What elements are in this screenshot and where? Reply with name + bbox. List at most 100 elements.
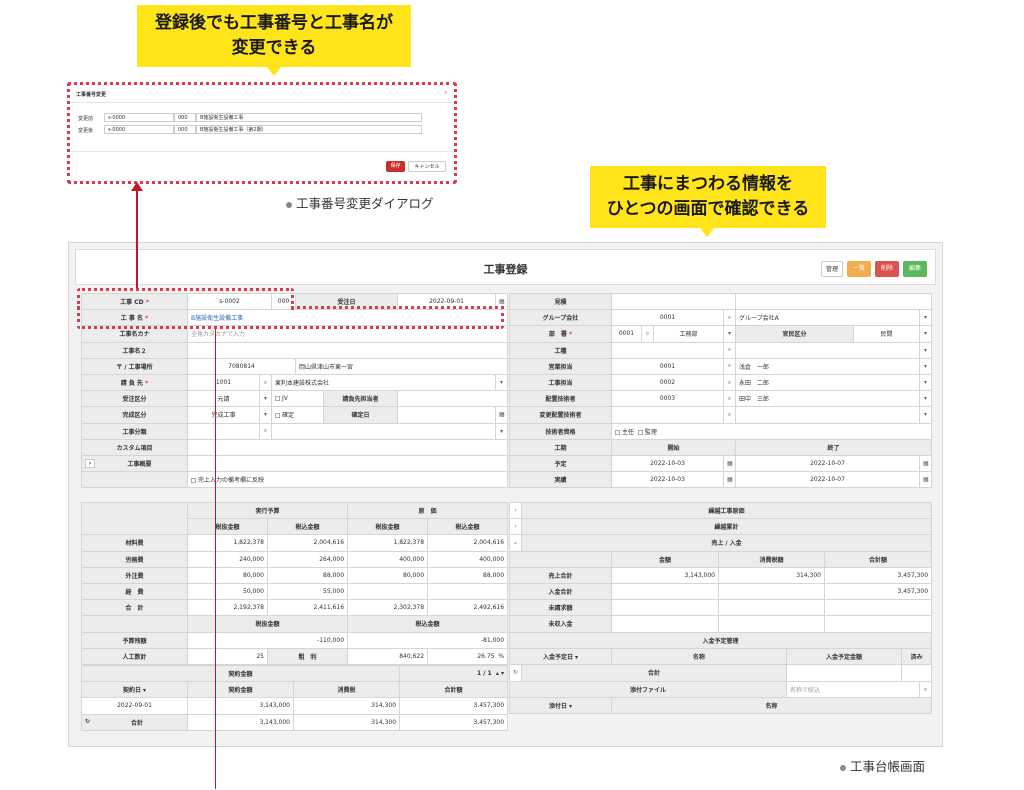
search-icon[interactable]: ⌕ — [641, 325, 654, 343]
actual-end-field[interactable]: 2022-10-07 — [735, 471, 920, 489]
dept-code-field[interactable]: 0001 — [611, 325, 642, 343]
type-label: 工種 — [509, 341, 612, 359]
search-icon[interactable]: ⌕ — [259, 422, 272, 440]
search-icon[interactable]: ⌕ — [723, 373, 736, 392]
contract-title: 契約金額 — [80, 664, 401, 683]
remain-ex: -110,000 — [186, 631, 349, 649]
tax-in-header: 税込金額 — [266, 518, 349, 536]
complete-type-label: 完成区分 — [81, 406, 188, 424]
search-icon[interactable]: ⌕ — [723, 309, 736, 327]
dept-name-field[interactable]: 工務部 — [653, 325, 724, 343]
category-name-field[interactable] — [270, 422, 497, 440]
chevron-down-icon[interactable]: ▾ — [723, 325, 736, 343]
fixed-checkbox[interactable]: 確定 — [271, 406, 324, 424]
work-name-field[interactable]: 永田 二郎 — [735, 373, 920, 392]
pointer-line — [215, 329, 216, 789]
sort-up-icon: ▴ — [495, 670, 499, 678]
refresh-icon: ↻ — [85, 717, 91, 725]
client-name-field[interactable]: 東利本建設株式会社 — [270, 373, 497, 392]
edit-button[interactable]: 編集 — [903, 261, 927, 277]
plan-end-field[interactable]: 2022-10-07 — [735, 454, 920, 473]
section-sales[interactable]: 売上 / 入金 — [520, 534, 933, 552]
refresh-icon[interactable]: ↻ — [509, 664, 522, 682]
calendar-icon[interactable]: ▦ — [495, 406, 509, 424]
manage-button[interactable]: 管理 — [821, 261, 844, 277]
chevron-down-icon[interactable]: ▾ — [495, 373, 509, 392]
payment-date-header[interactable]: 入金予定日 ▾ — [509, 648, 612, 666]
qual-options[interactable]: 主任 監理 — [611, 422, 932, 440]
type-field[interactable] — [611, 341, 724, 359]
category-field[interactable] — [187, 422, 260, 440]
delete-button[interactable]: 削除 — [875, 261, 899, 277]
address-label: 〒 / 工事場所 — [81, 357, 188, 375]
name2-field[interactable] — [186, 341, 509, 359]
order-type-select[interactable]: 元請 — [187, 390, 260, 408]
chevron-down-icon[interactable]: ▾ — [919, 390, 932, 408]
summary-field[interactable] — [186, 454, 509, 473]
zip-field[interactable]: 7080814 — [187, 357, 296, 375]
chevron-down-icon[interactable]: ▾ — [919, 406, 932, 424]
engineer-code-field[interactable]: 0003 — [611, 390, 724, 408]
address-field[interactable]: 岡山県津山市東一宮 — [294, 357, 509, 375]
contract-date-header[interactable]: 契約日 ▾ — [81, 681, 188, 699]
pagination[interactable]: 1 / 1 ▴ ▾ — [399, 664, 509, 683]
plan-label: 予定 — [509, 454, 612, 473]
public-private-select[interactable]: 民間 — [853, 325, 920, 343]
estimate-field[interactable] — [611, 292, 736, 311]
chevron-down-icon[interactable]: ▾ — [259, 406, 272, 424]
chevron-down-icon[interactable]: ▾ — [919, 325, 932, 343]
callout-tip — [267, 67, 281, 76]
section-carry-total[interactable]: 繰越累計 — [520, 518, 933, 536]
engineer-name-field[interactable]: 田中 三郎 — [735, 390, 920, 408]
complete-type-select[interactable]: 完成工事 — [187, 406, 260, 424]
sales-name-field[interactable]: 浅倉 一郎 — [735, 357, 920, 375]
chevron-down-icon[interactable]: ▾ — [919, 309, 932, 327]
callout-line-2: 変更できる — [231, 38, 317, 58]
callout-number-change: 登録後でも工事番号と工事名が 変更できる — [137, 5, 411, 76]
callout-single-screen: 工事にまつわる情報を ひとつの画面で確認できる — [590, 166, 826, 237]
search-icon[interactable]: ⌕ — [723, 406, 736, 424]
group-code-field[interactable]: 0001 — [611, 309, 724, 327]
plan-start-field[interactable]: 2022-10-03 — [611, 454, 724, 473]
calendar-icon[interactable]: ▦ — [919, 454, 932, 473]
payment-plan-title: 入金予定管理 — [508, 631, 933, 650]
list-button[interactable]: 一覧 — [847, 261, 871, 277]
dept-label: 部 署 * — [509, 325, 612, 343]
attachment-date-header[interactable]: 添付日 ▾ — [509, 697, 612, 715]
checkbox-icon — [275, 413, 280, 419]
highlight-connector — [291, 288, 504, 309]
search-icon[interactable]: ⌕ — [723, 341, 736, 359]
change-engineer-label: 変更配置技術者 — [509, 406, 612, 424]
public-private-label: 官民区分 — [735, 325, 854, 343]
work-code-field[interactable]: 0002 — [611, 373, 724, 392]
sales-code-field[interactable]: 0001 — [611, 357, 724, 375]
calendar-icon[interactable]: ▦ — [723, 471, 736, 489]
chevron-down-icon[interactable]: ▾ — [495, 422, 509, 440]
search-icon[interactable]: ⌕ — [723, 390, 736, 408]
actual-start-field[interactable]: 2022-10-03 — [611, 471, 724, 489]
reflect-checkbox[interactable]: 売上入力の備考欄に反映 — [186, 471, 509, 489]
calendar-icon[interactable]: ▦ — [723, 454, 736, 473]
section-carry-cost[interactable]: 繰越工事原価 — [520, 501, 933, 520]
exec-budget-header: 実行予算 — [186, 501, 349, 520]
checkbox-icon — [191, 478, 196, 484]
chevron-down-icon[interactable]: ▾ — [259, 390, 272, 408]
jv-checkbox[interactable]: JV — [271, 390, 324, 408]
calendar-icon[interactable]: ▦ — [919, 471, 932, 489]
chevron-right-icon[interactable]: › — [509, 501, 522, 520]
client-person-field[interactable] — [397, 390, 509, 408]
fixed-date-field[interactable] — [397, 406, 497, 424]
chevron-down-icon[interactable]: ⌄ — [509, 534, 522, 552]
group-name-field[interactable]: グループ会社A — [735, 309, 920, 327]
sales-label: 営業担当 — [509, 357, 612, 375]
custom-field[interactable] — [186, 438, 509, 456]
attachment-filter-input[interactable]: 名称で絞込 — [786, 680, 921, 699]
chevron-down-icon[interactable]: ▾ — [919, 341, 932, 359]
search-icon[interactable]: ⌕ — [919, 680, 933, 699]
search-icon[interactable]: ⌕ — [259, 373, 272, 392]
client-code-field[interactable]: 1001 — [187, 373, 260, 392]
search-icon[interactable]: ⌕ — [723, 357, 736, 375]
chevron-down-icon[interactable]: ▾ — [919, 373, 932, 392]
chevron-right-icon[interactable]: › — [509, 518, 522, 536]
chevron-down-icon[interactable]: ▾ — [919, 357, 932, 375]
